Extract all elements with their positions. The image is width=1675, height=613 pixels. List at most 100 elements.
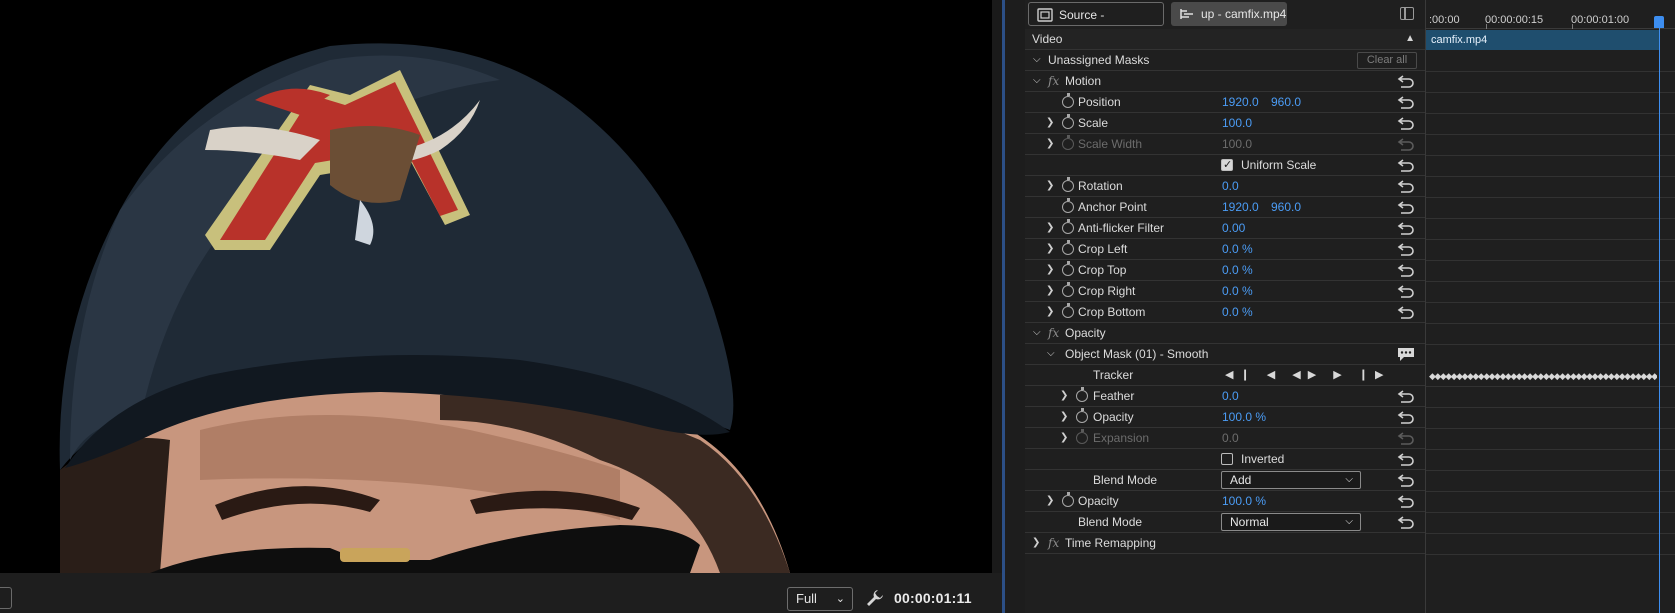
object-mask-row[interactable]: ⌵ Object Mask (01) - Smooth xyxy=(1025,344,1425,365)
chevron-right-icon[interactable]: ❯ xyxy=(1046,281,1058,301)
track-forward-frame-icon[interactable]: ▶ xyxy=(1333,369,1348,381)
reset-icon[interactable] xyxy=(1397,452,1415,466)
stopwatch-icon[interactable] xyxy=(1062,261,1074,276)
reset-icon[interactable] xyxy=(1397,74,1415,88)
panel-toggle-icon[interactable] xyxy=(1400,7,1414,20)
fx-icon[interactable]: fx xyxy=(1048,71,1059,91)
chevron-right-icon[interactable]: ❯ xyxy=(1046,260,1058,280)
chevron-right-icon[interactable]: ❯ xyxy=(1046,302,1058,322)
stopwatch-icon[interactable] xyxy=(1062,492,1074,507)
chevron-right-icon[interactable]: ❯ xyxy=(1046,491,1058,511)
reset-icon[interactable] xyxy=(1397,116,1415,130)
chevron-right-icon[interactable]: ❯ xyxy=(1046,218,1058,238)
reset-icon[interactable] xyxy=(1397,389,1415,403)
scale-value[interactable]: 100.0 xyxy=(1222,113,1252,133)
stopwatch-icon[interactable] xyxy=(1062,198,1074,213)
stopwatch-icon[interactable] xyxy=(1076,387,1088,402)
reset-icon[interactable] xyxy=(1397,179,1415,193)
stopwatch-icon[interactable] xyxy=(1062,93,1074,108)
crop-right-value[interactable]: 0.0 % xyxy=(1222,281,1253,301)
chevron-down-icon[interactable]: ⌵ xyxy=(1033,323,1045,343)
effect-time-remapping-row[interactable]: ❯ fx Time Remapping xyxy=(1025,533,1425,554)
chevron-right-icon[interactable]: ❯ xyxy=(1060,428,1072,448)
section-video[interactable]: Video ▲ xyxy=(1025,29,1425,50)
playhead-timecode[interactable]: 00:00:01:11 xyxy=(894,590,972,606)
zoom-level-select[interactable]: Full ⌄ xyxy=(787,587,853,611)
fx-icon[interactable]: fx xyxy=(1048,323,1059,343)
inverted-checkbox[interactable] xyxy=(1221,453,1233,465)
opacity-value[interactable]: 100.0 % xyxy=(1222,491,1266,511)
reset-icon[interactable] xyxy=(1397,305,1415,319)
effect-opacity-row[interactable]: ⌵ fx Opacity xyxy=(1025,323,1425,344)
track-backward-all-icon[interactable]: ◀❙ xyxy=(1225,369,1257,381)
feather-value[interactable]: 0.0 xyxy=(1222,386,1239,406)
mask-blend-mode-select[interactable]: Add ⌵ xyxy=(1221,471,1361,489)
reset-icon[interactable] xyxy=(1397,158,1415,172)
stopwatch-icon[interactable] xyxy=(1062,282,1074,297)
anchor-point-y-value[interactable]: 960.0 xyxy=(1271,197,1301,217)
crop-top-value[interactable]: 0.0 % xyxy=(1222,260,1253,280)
crop-bottom-value[interactable]: 0.0 % xyxy=(1222,302,1253,322)
position-x-value[interactable]: 1920.0 xyxy=(1222,92,1259,112)
playhead-line[interactable] xyxy=(1659,17,1660,613)
chevron-down-icon[interactable]: ⌵ xyxy=(1033,50,1045,70)
reset-icon[interactable] xyxy=(1397,242,1415,256)
chevron-right-icon[interactable]: ❯ xyxy=(1032,533,1044,553)
reset-icon[interactable] xyxy=(1397,473,1415,487)
stopwatch-icon[interactable] xyxy=(1076,408,1088,423)
chevron-right-icon[interactable]: ❯ xyxy=(1046,239,1058,259)
timeline-ruler[interactable]: :00:00 00:00:00:15 00:00:01:00 xyxy=(1426,0,1675,29)
mask-opacity-value[interactable]: 100.0 % xyxy=(1222,407,1266,427)
wrench-icon[interactable] xyxy=(865,588,885,608)
reset-icon[interactable] xyxy=(1397,200,1415,214)
rotation-value[interactable]: 0.0 xyxy=(1222,176,1239,196)
tab-sequence-clip[interactable]: up - camfix.mp4 xyxy=(1171,2,1287,26)
position-y-value[interactable]: 960.0 xyxy=(1271,92,1301,112)
reset-icon[interactable] xyxy=(1397,221,1415,235)
reset-icon[interactable] xyxy=(1397,515,1415,529)
tab-source-clip[interactable]: Source - camfix.mp4 xyxy=(1028,2,1164,46)
crop-left-value[interactable]: 0.0 % xyxy=(1222,239,1253,259)
track-forward-all-icon[interactable]: ❙▶ xyxy=(1359,369,1391,381)
stopwatch-icon[interactable] xyxy=(1062,303,1074,318)
effect-controls-timeline[interactable]: :00:00 00:00:00:15 00:00:01:00 camfix.mp… xyxy=(1425,0,1675,613)
clear-all-button[interactable]: Clear all xyxy=(1357,52,1417,69)
blend-mode-select[interactable]: Normal ⌵ xyxy=(1221,513,1361,531)
chevron-right-icon[interactable]: ❯ xyxy=(1046,176,1058,196)
unassigned-masks-row[interactable]: ⌵ Unassigned Masks Clear all xyxy=(1025,50,1425,71)
effect-motion-row[interactable]: ⌵ fx Motion xyxy=(1025,71,1425,92)
track-both-directions-icon[interactable]: ◀▶ xyxy=(1292,369,1323,381)
ruler-label: 00:00:00:15 xyxy=(1485,14,1544,26)
video-frame[interactable] xyxy=(0,0,992,573)
stopwatch-icon[interactable] xyxy=(1062,240,1074,255)
stopwatch-icon[interactable] xyxy=(1062,114,1074,129)
chevron-down-icon[interactable]: ⌵ xyxy=(1047,344,1059,364)
timeline-row-line xyxy=(1426,302,1675,303)
chevron-down-icon[interactable]: ⌵ xyxy=(1033,71,1045,91)
reset-icon[interactable] xyxy=(1397,95,1415,109)
panel-divider[interactable] xyxy=(1002,0,1005,613)
reset-icon[interactable] xyxy=(1397,263,1415,277)
ruler-label: :00:00 xyxy=(1429,14,1460,26)
stopwatch-icon xyxy=(1062,135,1074,150)
chevron-right-icon[interactable]: ❯ xyxy=(1060,386,1072,406)
reset-icon[interactable] xyxy=(1397,284,1415,298)
chevron-right-icon[interactable]: ❯ xyxy=(1046,134,1058,154)
reset-icon[interactable] xyxy=(1397,494,1415,508)
chevron-right-icon[interactable]: ❯ xyxy=(1060,407,1072,427)
stopwatch-icon[interactable] xyxy=(1062,177,1074,192)
collapse-up-icon[interactable]: ▲ xyxy=(1405,29,1415,49)
comment-icon[interactable] xyxy=(1397,347,1415,362)
timeline-clip[interactable]: camfix.mp4 xyxy=(1426,30,1659,50)
reset-icon[interactable] xyxy=(1397,410,1415,424)
fx-icon[interactable]: fx xyxy=(1048,533,1059,553)
tracker-keyframes[interactable]: ◆◆◆◆◆◆◆◆◆◆◆◆◆◆◆◆◆◆◆◆◆◆◆◆◆◆◆◆◆◆◆◆◆◆◆◆◆◆◆◆… xyxy=(1429,370,1657,382)
uniform-scale-checkbox[interactable] xyxy=(1221,155,1233,175)
track-backward-frame-icon[interactable]: ◀ xyxy=(1267,369,1282,381)
stopwatch-icon[interactable] xyxy=(1062,219,1074,234)
anchor-point-x-value[interactable]: 1920.0 xyxy=(1222,197,1259,217)
anti-flicker-value[interactable]: 0.00 xyxy=(1222,218,1245,238)
chevron-right-icon[interactable]: ❯ xyxy=(1046,113,1058,133)
crop-left-label: Crop Left xyxy=(1078,242,1128,256)
monitor-left-control[interactable] xyxy=(0,587,12,609)
